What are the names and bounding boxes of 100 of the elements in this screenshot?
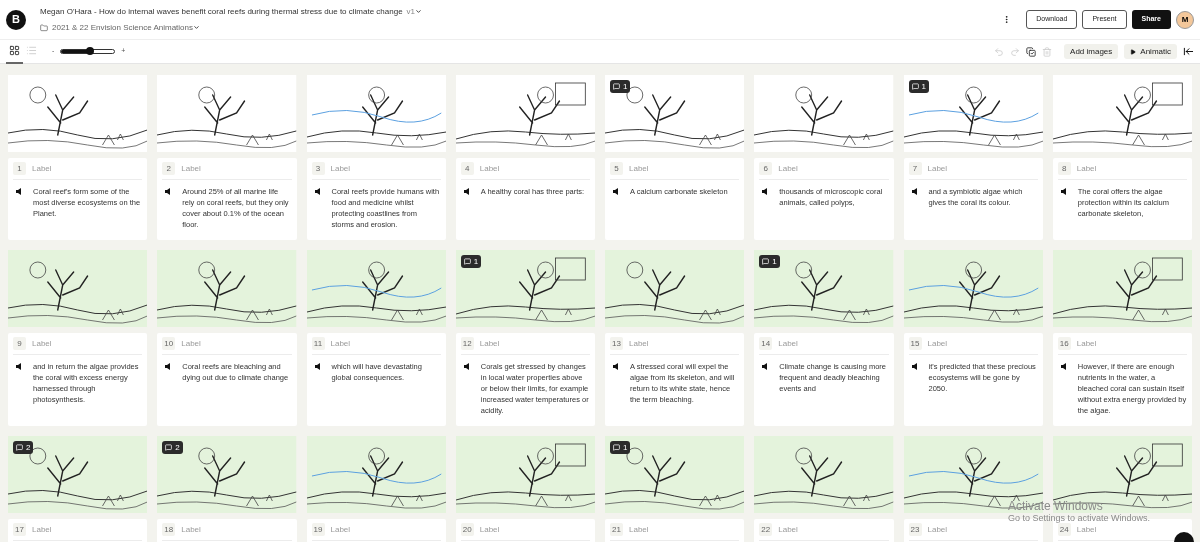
frame-number: 7	[908, 162, 922, 175]
label-field[interactable]: Label	[181, 162, 282, 175]
speaker-icon[interactable]	[613, 363, 618, 370]
speaker-icon[interactable]	[762, 363, 768, 370]
frame-number: 20	[460, 523, 474, 536]
add-images-button[interactable]: Add images	[1064, 44, 1119, 59]
comment-icon	[463, 258, 471, 265]
label-field[interactable]: Label	[32, 523, 132, 536]
frame-number: 18	[162, 523, 176, 536]
speaker-icon[interactable]	[16, 363, 21, 370]
comment-icon	[762, 258, 770, 265]
label-field[interactable]: Label	[927, 337, 1028, 350]
comment-count: 1	[921, 80, 926, 93]
label-field[interactable]: Label	[330, 337, 431, 350]
speaker-icon[interactable]	[911, 188, 917, 195]
folder-icon	[40, 23, 48, 32]
label-field[interactable]: Label	[479, 523, 580, 536]
speaker-icon[interactable]	[911, 363, 917, 370]
user-avatar[interactable]: M	[1176, 10, 1194, 29]
frame-number: 2	[162, 162, 176, 175]
version-menu[interactable]: v1	[406, 5, 423, 18]
frame-number: 8	[1057, 162, 1071, 175]
label-field[interactable]: Label	[479, 162, 580, 175]
comment-count: 2	[175, 441, 180, 454]
label-field[interactable]: Label	[778, 337, 879, 350]
frame-number: 12	[460, 337, 474, 350]
label-field[interactable]: Label	[629, 162, 729, 175]
frame-number: 23	[908, 523, 922, 536]
label-field[interactable]: Label	[181, 523, 282, 536]
label-field[interactable]: Label	[629, 337, 729, 350]
frame-number: 9	[13, 337, 26, 350]
frame-number: 13	[610, 337, 623, 350]
frame-number: 5	[610, 162, 623, 175]
frame-number: 21	[610, 523, 623, 536]
comment-icon	[16, 444, 23, 451]
animatic-button[interactable]: Animatic	[1124, 44, 1177, 59]
comment-badge[interactable]: 1	[610, 80, 631, 93]
comment-icon	[165, 444, 173, 451]
collapse-icon[interactable]	[1183, 46, 1194, 57]
frame-number: 14	[759, 337, 773, 350]
play-icon	[1130, 48, 1137, 55]
speaker-icon[interactable]	[613, 188, 618, 195]
frame-number: 1	[13, 162, 26, 175]
frame-number: 17	[13, 523, 26, 536]
comment-badge[interactable]: 1	[759, 255, 780, 268]
frame-number: 4	[460, 162, 474, 175]
label-field[interactable]: Label	[927, 523, 1028, 536]
label-field[interactable]: Label	[1076, 162, 1177, 175]
comment-icon	[613, 83, 620, 90]
label-field[interactable]: Label	[778, 162, 879, 175]
frame-number: 24	[1057, 523, 1071, 536]
speaker-icon[interactable]	[1060, 363, 1066, 370]
zoom-thumb[interactable]	[86, 47, 95, 55]
label-field[interactable]: Label	[927, 162, 1028, 175]
comment-count: 1	[623, 80, 628, 93]
frame-number: 19	[311, 523, 325, 536]
speaker-icon[interactable]	[463, 188, 469, 195]
frame-number: 22	[759, 523, 773, 536]
list-icon	[26, 45, 37, 56]
speaker-icon[interactable]	[314, 188, 320, 195]
comment-count: 1	[623, 441, 628, 454]
activation-message: Go to Settings to activate Windows.	[1008, 513, 1151, 524]
label-field[interactable]: Label	[1076, 337, 1177, 350]
label-field[interactable]: Label	[181, 337, 282, 350]
label-field[interactable]: Label	[479, 337, 580, 350]
comment-badge[interactable]: 2	[162, 441, 183, 454]
label-field[interactable]: Label	[32, 337, 132, 350]
comment-count: 1	[772, 255, 777, 268]
duplicate-icon[interactable]	[1026, 46, 1037, 57]
label-field[interactable]: Label	[1076, 523, 1177, 536]
frame-number: 16	[1057, 337, 1071, 350]
comment-icon	[613, 444, 620, 451]
speaker-icon[interactable]	[165, 363, 171, 370]
comment-badge[interactable]: 1	[610, 441, 631, 454]
caret-icon	[415, 8, 423, 15]
frame-number: 11	[311, 337, 325, 350]
speaker-icon[interactable]	[762, 188, 768, 195]
speaker-icon[interactable]	[314, 363, 320, 370]
project-menu[interactable]: 2021 & 22 Envision Science Animations	[52, 21, 200, 34]
comment-count: 1	[473, 255, 479, 268]
grid-icon	[9, 45, 20, 56]
label-field[interactable]: Label	[330, 162, 431, 175]
frame-number: 15	[908, 337, 922, 350]
frame-number: 3	[311, 162, 325, 175]
comment-badge[interactable]: 2	[13, 441, 34, 454]
logo[interactable]: B	[6, 9, 26, 30]
comment-icon	[911, 83, 919, 90]
label-field[interactable]: Label	[629, 523, 729, 536]
label-field[interactable]: Label	[32, 162, 132, 175]
board-title: Megan O'Hara - How do internal waves benefit coral reefs during thermal stress due to climate change	[40, 5, 403, 18]
caret-icon	[193, 24, 200, 31]
frame-number: 6	[759, 162, 773, 175]
label-field[interactable]: Label	[330, 523, 431, 536]
speaker-icon[interactable]	[1060, 188, 1066, 195]
speaker-icon[interactable]	[165, 188, 171, 195]
speaker-icon[interactable]	[463, 363, 469, 370]
frame-number: 10	[162, 337, 176, 350]
comment-count: 2	[26, 441, 31, 454]
label-field[interactable]: Label	[778, 523, 879, 536]
speaker-icon[interactable]	[16, 188, 21, 195]
